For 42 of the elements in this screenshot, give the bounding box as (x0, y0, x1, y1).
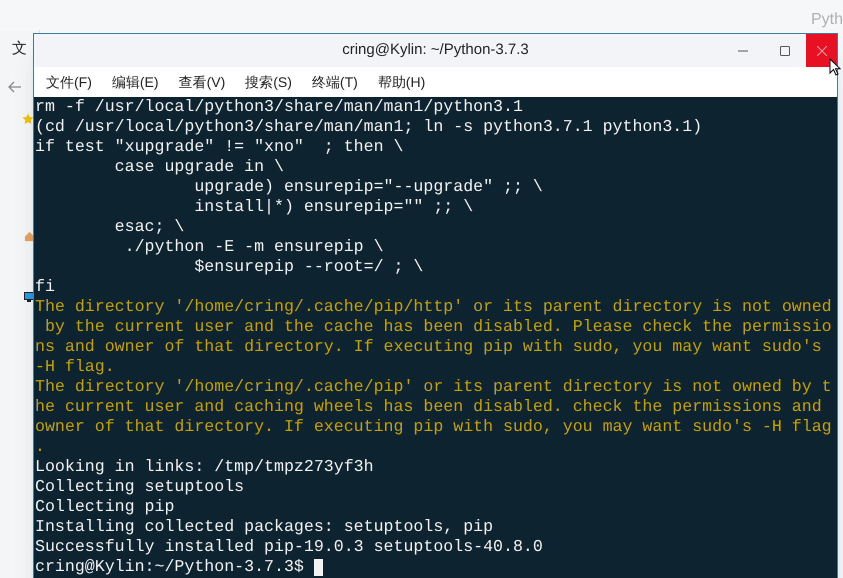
maximize-icon (780, 46, 790, 56)
terminal-line: fi (35, 277, 56, 297)
star-icon (22, 112, 34, 124)
window-title: Pyth (810, 10, 843, 30)
menu-item[interactable]: 文件(F) (46, 72, 92, 92)
terminal-line: Collecting pip (35, 497, 176, 517)
terminal-line: (cd /usr/local/python3/share/man/man1; ln -s python3.7.1 python3.1) (35, 117, 704, 137)
terminal-cursor (314, 558, 323, 576)
terminal-line: $ensurepip --root=/ ; \ (193, 257, 424, 277)
menu-item[interactable]: 编辑(E) (112, 72, 159, 92)
terminal-line: if test "xupgrade" != "xno" ; then \ (35, 137, 404, 157)
terminal-line: Installing collected packages: setuptools, pip (35, 517, 494, 537)
menu-item[interactable]: 查看(V) (178, 72, 226, 92)
monitor-icon (24, 292, 34, 302)
terminal-line: The directory '/home/cring/.cache/pip' or its parent directory is not owned by t (35, 377, 833, 397)
terminal-line: he current user and caching wheels has been disabled. check the permissions and (35, 397, 823, 417)
menu-item[interactable]: 帮助(H) (378, 72, 426, 92)
terminal-line: rm -f /usr/local/python3/share/man/man1/python3.1 (35, 97, 524, 117)
terminal-line: The directory '/home/cring/.cache/pip/http' or its parent directory is not owned (35, 297, 833, 317)
terminal-line: ./python -E -m ensurepip \ (124, 237, 385, 257)
home-icon (24, 230, 35, 242)
terminal-line: -H flag. (35, 357, 116, 377)
menu-item[interactable]: 搜索(S) (245, 72, 292, 92)
menu-item[interactable]: 终端(T) (312, 72, 358, 92)
terminal-line: . (35, 437, 46, 457)
menu-item[interactable]: 文 (12, 38, 27, 60)
terminal-prompt: cring@Kylin:~/Python-3.7.3$ (35, 557, 304, 577)
terminal-line: case upgrade in \ (114, 157, 285, 177)
close-icon (816, 46, 826, 56)
terminal-line: ns and owner of that directory. If executing pip with sudo, you may want sudo's (35, 337, 823, 357)
terminal-line: esac; \ (114, 217, 186, 237)
terminal-line: upgrade) ensurepip="--upgrade" ;; \ (193, 177, 544, 197)
back-arrow-icon[interactable] (8, 80, 22, 92)
terminal-line: Collecting setuptools (35, 477, 246, 497)
terminal-line: install|*) ensurepip="" ;; \ (193, 197, 474, 217)
terminal-line: by the current user and the cache has been disabled. Please check the permissio (44, 317, 833, 337)
close-button[interactable] (806, 34, 837, 67)
window-title: cring@Kylin: ~/Python-3.7.3 (342, 40, 529, 60)
terminal-line: Looking in links: /tmp/tmpz273yf3h (35, 457, 375, 477)
terminal-line: Successfully installed pip-19.0.3 setuptools-40.8.0 (35, 537, 544, 557)
minimize-icon (738, 50, 748, 52)
terminal-line: owner of that directory. If executing pip with sudo, you may want sudo's -H flag (35, 417, 833, 437)
